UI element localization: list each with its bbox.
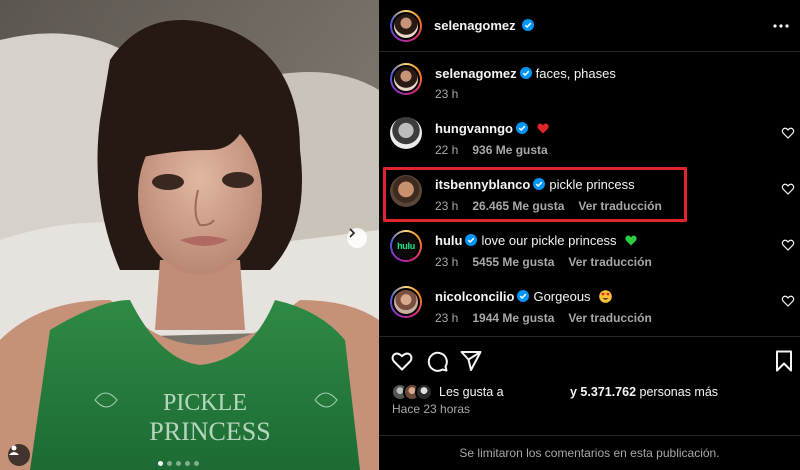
caption-body: faces, phases	[535, 66, 616, 81]
caption-avatar[interactable]	[390, 63, 422, 95]
like-comment-heart-icon[interactable]	[781, 294, 795, 308]
share-send-icon[interactable]	[459, 349, 483, 373]
likes-suffix[interactable]: personas más	[640, 385, 719, 399]
comment-time: 22 h	[435, 143, 459, 157]
caption-meta: 23 h	[435, 87, 472, 101]
likes-count-link[interactable]: y 5.371.762 personas más	[570, 385, 718, 399]
comment-item: hulu hulu love our pickle princess 23 h 5…	[379, 228, 800, 276]
likes-prefix: Les gusta a	[439, 385, 504, 399]
verified-badge-icon	[517, 290, 530, 302]
comment-username[interactable]: hulu	[435, 233, 462, 248]
comment-meta: 22 h 936 Me gusta	[435, 143, 562, 157]
carousel-dot	[185, 461, 190, 466]
likes-count[interactable]: y 5.371.762	[570, 385, 636, 399]
caption-time: 23 h	[435, 87, 459, 101]
like-comment-heart-icon[interactable]	[781, 182, 795, 196]
next-slide-button[interactable]	[347, 228, 367, 248]
post-photo[interactable]: PICKLE PRINCESS	[0, 0, 379, 470]
post-timestamp[interactable]: Hace 23 horas	[392, 402, 470, 416]
likes-summary: Les gusta a y 5.371.762 personas más	[391, 382, 791, 402]
selfie-image: PICKLE PRINCESS	[0, 0, 379, 470]
comment-body: love our pickle princess	[481, 233, 617, 248]
comment-avatar[interactable]: hulu	[390, 230, 422, 262]
chevron-right-icon	[349, 228, 356, 238]
verified-badge-icon	[516, 122, 528, 134]
comment-item: nicolconcilio Gorgeous 23 h 1944 Me gusta…	[379, 284, 800, 332]
author-avatar[interactable]	[390, 10, 422, 42]
carousel-dot	[158, 461, 163, 466]
green-heart-emoji-icon	[625, 235, 637, 246]
comment-username[interactable]: nicolconcilio	[435, 289, 514, 304]
comment-text: nicolconcilio Gorgeous	[435, 289, 612, 304]
shirt-text-line-2: PRINCESS	[149, 417, 270, 446]
comment-meta: 23 h 1944 Me gusta Ver traducción	[435, 311, 666, 325]
bookmark-save-icon[interactable]	[772, 349, 796, 373]
user-icon	[9, 445, 19, 455]
caption-username[interactable]: selenagomez	[435, 66, 517, 81]
comment-likes[interactable]: 1944 Me gusta	[472, 311, 554, 325]
post-header: selenagomez	[379, 0, 800, 52]
verified-badge-icon	[519, 67, 532, 79]
carousel-dot	[167, 461, 172, 466]
like-comment-heart-icon[interactable]	[781, 238, 795, 252]
comment-likes[interactable]: 5455 Me gusta	[472, 255, 554, 269]
comment-time: 23 h	[435, 255, 459, 269]
more-options-button[interactable]	[771, 16, 791, 36]
hulu-logo: hulu	[397, 241, 415, 251]
caption-text: selenagomez faces, phases	[435, 66, 616, 81]
author-username[interactable]: selenagomez	[434, 18, 535, 33]
verified-badge-icon	[465, 234, 478, 246]
more-horizontal-icon	[773, 24, 789, 28]
red-heart-emoji-icon	[536, 123, 549, 134]
post-action-bar	[379, 336, 800, 382]
carousel-dot	[194, 461, 199, 466]
comment-item: hungvanngo 22 h 936 Me gusta	[379, 116, 800, 164]
carousel-dots	[158, 461, 199, 466]
comment-avatar[interactable]	[390, 117, 422, 149]
tagged-user-button[interactable]	[8, 444, 30, 466]
comment-text: hungvanngo	[435, 121, 549, 136]
comment-time: 23 h	[435, 311, 459, 325]
comment-meta: 23 h 5455 Me gusta Ver traducción	[435, 255, 666, 269]
comment-likes[interactable]: 936 Me gusta	[472, 143, 547, 157]
comments-limited-notice: Se limitaron los comentarios en esta pub…	[379, 435, 800, 470]
shirt-text-line-1: PICKLE	[163, 390, 247, 416]
like-heart-icon[interactable]	[390, 349, 414, 373]
heart-eyes-emoji-icon	[599, 290, 612, 303]
see-translation-link[interactable]: Ver traducción	[568, 311, 651, 325]
liker-avatar[interactable]	[415, 383, 433, 401]
post-details-panel: selenagomez selenagomez faces, phases 23 …	[379, 0, 800, 470]
verified-badge-icon	[522, 19, 535, 31]
carousel-dot	[176, 461, 181, 466]
comment-text: hulu love our pickle princess	[435, 233, 637, 248]
see-translation-link[interactable]: Ver traducción	[568, 255, 651, 269]
comment-body: Gorgeous	[533, 289, 591, 304]
author-username-text[interactable]: selenagomez	[434, 18, 516, 33]
comment-bubble-icon[interactable]	[425, 349, 449, 373]
comment-avatar[interactable]	[390, 286, 422, 318]
like-comment-heart-icon[interactable]	[781, 126, 795, 140]
comment-username[interactable]: hungvanngo	[435, 121, 513, 136]
highlight-box	[383, 167, 687, 222]
post-caption: selenagomez faces, phases 23 h	[379, 60, 800, 108]
